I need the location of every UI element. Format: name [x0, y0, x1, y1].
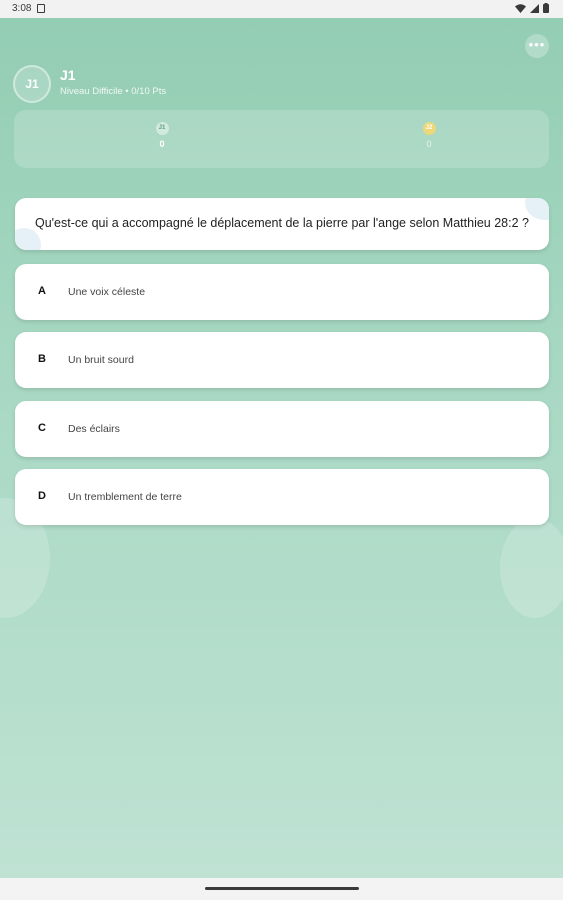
player-chip-2: J2 0	[409, 122, 449, 149]
notification-icon	[37, 4, 45, 13]
status-time: 3:08	[12, 3, 32, 14]
signal-icon	[530, 3, 539, 13]
wifi-icon	[515, 3, 526, 13]
player-chip-score: 0	[159, 139, 165, 149]
quiz-screen: ••• J1 J1 Niveau Difficile • 0/10 Pts J1…	[0, 18, 563, 878]
player-avatar: J1	[13, 65, 51, 103]
player-name: J1	[60, 67, 76, 83]
answer-option-d[interactable]: D Un tremblement de terre	[15, 469, 549, 525]
question-text: Qu'est-ce qui a accompagné le déplacemen…	[35, 216, 529, 230]
answer-letter: C	[38, 422, 46, 434]
player-chip-avatar: J2	[422, 122, 436, 135]
background-decoration	[500, 518, 563, 618]
level-and-points: Niveau Difficile • 0/10 Pts	[60, 86, 167, 97]
answer-text: Une voix céleste	[68, 286, 146, 298]
answer-option-c[interactable]: C Des éclairs	[15, 401, 549, 457]
status-bar: 3:08	[0, 0, 563, 18]
card-decoration	[15, 228, 41, 250]
question-card: Qu'est-ce qui a accompagné le déplacemen…	[15, 198, 549, 250]
answer-text: Des éclairs	[68, 423, 120, 435]
players-scoreboard: J1 0 J2 0	[14, 110, 549, 168]
answer-letter: A	[38, 285, 46, 297]
home-indicator[interactable]	[205, 887, 359, 890]
player-chip-score: 0	[426, 139, 432, 149]
player-chip-avatar: J1	[155, 122, 169, 135]
more-options-button[interactable]: •••	[525, 34, 549, 58]
player-chip-1: J1 0	[142, 122, 182, 149]
answer-text: Un bruit sourd	[68, 354, 134, 366]
answer-letter: D	[38, 490, 46, 502]
answer-option-b[interactable]: B Un bruit sourd	[15, 332, 549, 388]
answer-text: Un tremblement de terre	[68, 491, 182, 503]
battery-icon	[543, 3, 549, 13]
answer-letter: B	[38, 353, 46, 365]
answer-option-a[interactable]: A Une voix céleste	[15, 264, 549, 320]
status-icons	[515, 3, 549, 13]
system-navigation-bar	[0, 878, 563, 900]
